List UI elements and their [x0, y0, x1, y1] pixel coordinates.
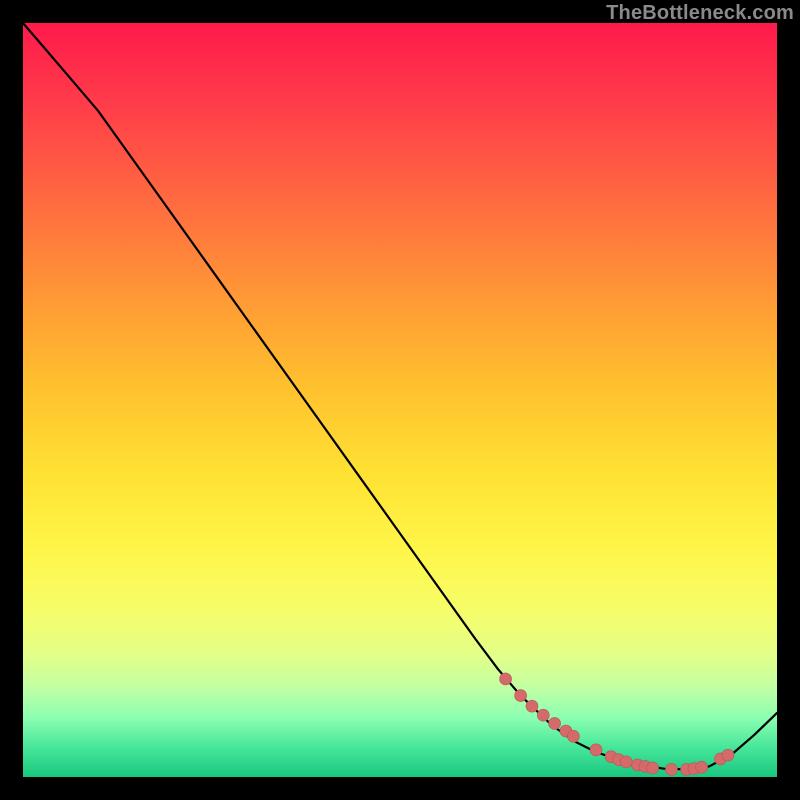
watermark-text: TheBottleneck.com	[606, 2, 794, 25]
data-marker	[549, 717, 561, 729]
chart-svg	[23, 23, 777, 777]
chart-plot-area	[23, 23, 777, 777]
data-marker	[714, 753, 726, 765]
data-marker	[665, 763, 677, 775]
data-marker	[590, 744, 602, 756]
data-marker	[526, 700, 538, 712]
data-marker	[560, 725, 572, 737]
data-marker	[605, 751, 617, 763]
data-marker	[537, 709, 549, 721]
data-marker	[647, 762, 659, 774]
data-marker	[696, 761, 708, 773]
data-marker	[620, 756, 632, 768]
data-marker	[500, 673, 512, 685]
data-marker	[639, 760, 651, 772]
curve-path	[23, 23, 777, 769]
data-marker	[515, 690, 527, 702]
data-marker	[632, 759, 644, 771]
data-marker	[688, 763, 700, 775]
data-marker	[681, 763, 693, 775]
data-marker	[722, 749, 734, 761]
data-marker	[613, 754, 625, 766]
marker-group	[500, 673, 734, 775]
data-marker	[567, 730, 579, 742]
chart-frame: TheBottleneck.com	[0, 0, 800, 800]
